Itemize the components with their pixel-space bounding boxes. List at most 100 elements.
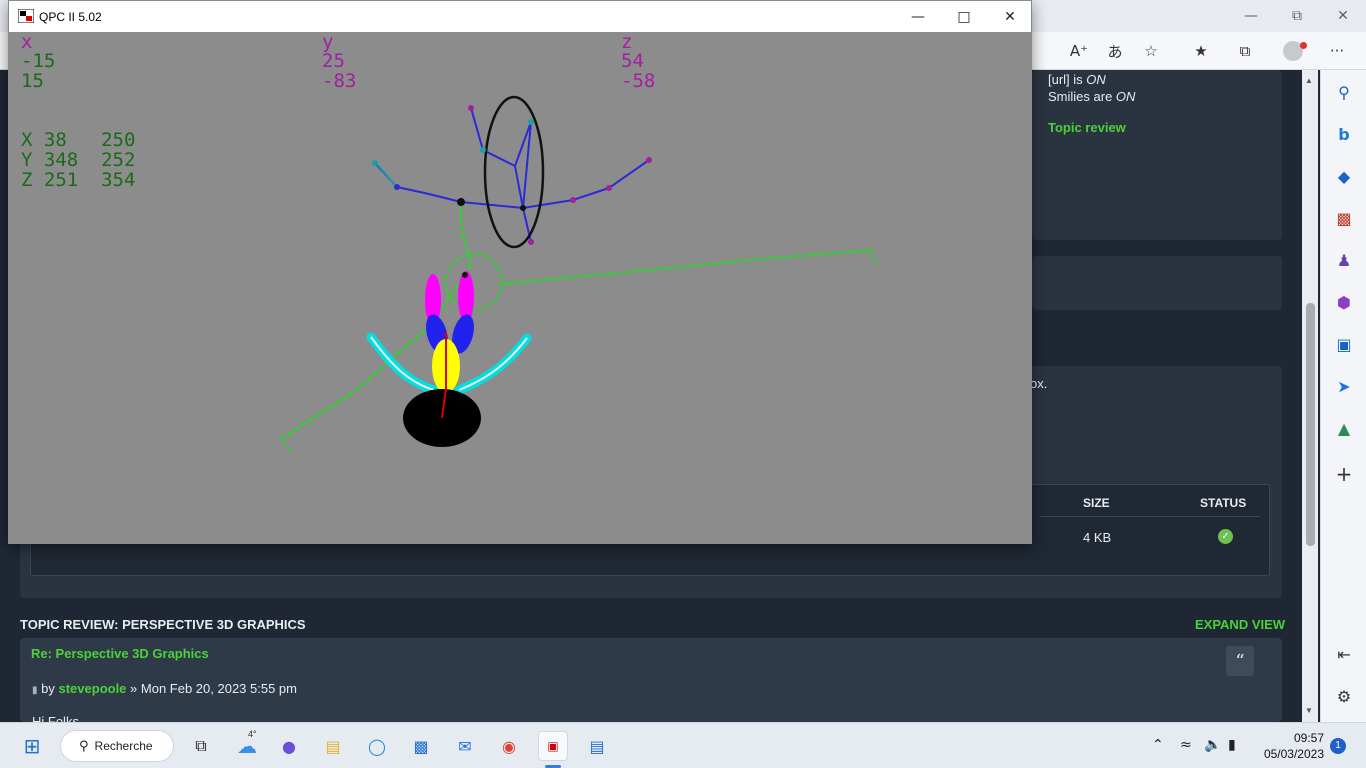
blue-arm-left bbox=[374, 162, 462, 203]
bing-icon[interactable]: b bbox=[1330, 120, 1358, 148]
outlook-icon[interactable]: ▣ bbox=[1330, 330, 1358, 358]
task-view-icon[interactable]: ⧉ bbox=[186, 731, 216, 761]
add-favorite-icon[interactable]: ☆ bbox=[1138, 38, 1164, 64]
post-byline: ▮ by stevepoole » Mon Feb 20, 2023 5:55 … bbox=[32, 681, 297, 696]
joint-node bbox=[570, 197, 576, 203]
weather-temp: 4° bbox=[248, 729, 257, 739]
taskbar-search[interactable]: ⚲ Recherche bbox=[60, 730, 174, 762]
tools-icon[interactable]: ▩ bbox=[1330, 204, 1358, 232]
scroll-up-icon[interactable]: ▲ bbox=[1305, 76, 1313, 85]
more-icon[interactable]: ··· bbox=[1324, 38, 1350, 64]
post-text: Hi Folks bbox=[32, 714, 79, 722]
joint-node bbox=[606, 185, 612, 191]
smilies-label: Smilies are bbox=[1048, 89, 1113, 104]
windows-start-icon[interactable]: ⊞ bbox=[17, 731, 47, 761]
y-value-2: -83 bbox=[322, 70, 357, 92]
attachment-size: 4 KB bbox=[1083, 530, 1112, 545]
z-header: z bbox=[621, 31, 633, 53]
browser-sidebar: ⚲ b ◆ ▩ ♟ ⬢ ▣ ➤ ▲ + ⇤ ⚙ bbox=[1320, 70, 1366, 722]
weather-icon[interactable]: ☁ bbox=[232, 731, 262, 761]
browser-restore-button[interactable]: ⧉ bbox=[1274, 0, 1320, 32]
qpc-graphics-canvas[interactable]: x -15 15 y 25 -83 z 54 -58 X 38 250 Y 34… bbox=[9, 32, 1031, 543]
translate-icon[interactable]: あ bbox=[1102, 38, 1128, 64]
collections-icon[interactable]: ⧉ bbox=[1232, 38, 1258, 64]
options-panel-2 bbox=[1032, 256, 1282, 310]
coord-row-x: X 38 250 bbox=[21, 129, 136, 151]
col-size-header: SIZE bbox=[1083, 496, 1110, 510]
teal-arm-tip bbox=[376, 163, 398, 188]
clock-date[interactable]: 05/03/2023 bbox=[1256, 747, 1324, 761]
scroll-down-icon[interactable]: ▼ bbox=[1305, 706, 1313, 715]
favorites-icon[interactable]: ★ bbox=[1188, 38, 1214, 64]
read-aloud-icon[interactable]: A⁺ bbox=[1066, 38, 1092, 64]
file-explorer-icon[interactable]: ▤ bbox=[318, 731, 348, 761]
teams-chat-icon[interactable]: ● bbox=[274, 731, 304, 761]
qpc-app-icon bbox=[18, 9, 34, 23]
browser-close-button[interactable]: ✕ bbox=[1320, 0, 1366, 32]
coord-row-z: Z 251 354 bbox=[21, 169, 136, 191]
joint-node bbox=[372, 160, 378, 166]
x-value-1: -15 bbox=[21, 50, 56, 72]
col-status-header: STATUS bbox=[1200, 496, 1247, 510]
qpc-titlebar[interactable]: QPC II 5.02 — □ ✕ bbox=[9, 1, 1031, 32]
browser-minimize-button[interactable]: — bbox=[1228, 0, 1274, 32]
expand-view-link[interactable]: EXPAND VIEW bbox=[1195, 617, 1285, 632]
profile-status-dot bbox=[1300, 42, 1307, 49]
joint-node bbox=[457, 198, 465, 206]
post-date: » Mon Feb 20, 2023 5:55 pm bbox=[130, 681, 297, 696]
blue-spine bbox=[470, 107, 524, 209]
z-value-2: -58 bbox=[621, 70, 656, 92]
wifi-icon[interactable]: ≈ bbox=[1180, 737, 1192, 753]
chrome-icon[interactable]: ◉ bbox=[494, 731, 524, 761]
clock-time[interactable]: 09:57 bbox=[1262, 731, 1324, 745]
mail-icon[interactable]: ✉ bbox=[450, 731, 480, 761]
blue-arm-right bbox=[460, 159, 650, 210]
sidebar-toggle-icon[interactable]: ⇤ bbox=[1330, 640, 1358, 668]
bbcode-status: [url] is ON Smilies are ON bbox=[1048, 71, 1135, 105]
topic-review-link[interactable]: Topic review bbox=[1048, 120, 1126, 135]
post-title-link[interactable]: Re: Perspective 3D Graphics bbox=[31, 646, 209, 661]
attachments-table-header: SIZE STATUS bbox=[1040, 486, 1268, 516]
edge-icon[interactable]: ◯ bbox=[362, 731, 392, 761]
bbcode-url-label: [url] is bbox=[1048, 72, 1083, 87]
games-icon[interactable]: ♟ bbox=[1330, 246, 1358, 274]
post-panel bbox=[20, 638, 1282, 722]
x-value-2: 15 bbox=[21, 70, 44, 92]
smilies-state: ON bbox=[1115, 89, 1136, 104]
shopping-icon[interactable]: ◆ bbox=[1330, 162, 1358, 190]
dark-ellipse-ring bbox=[483, 95, 545, 249]
settings-icon[interactable]: ⚙ bbox=[1330, 682, 1358, 710]
tray-overflow-icon[interactable]: ⌃ bbox=[1152, 737, 1164, 753]
scroll-thumb[interactable] bbox=[1306, 303, 1315, 546]
add-icon[interactable]: + bbox=[1330, 460, 1358, 488]
post-author-link[interactable]: stevepoole bbox=[59, 681, 127, 696]
check-circle-icon: ✓ bbox=[1218, 529, 1233, 544]
bbcode-url-state: ON bbox=[1086, 72, 1106, 87]
page-scrollbar[interactable]: ▲ ▼ bbox=[1302, 70, 1318, 722]
y-header: y bbox=[322, 31, 334, 53]
store-icon[interactable]: ▩ bbox=[406, 731, 436, 761]
green-axis-line-2 bbox=[498, 248, 875, 286]
notification-badge[interactable]: 1 bbox=[1330, 738, 1346, 754]
joint-node bbox=[480, 147, 486, 153]
send-icon[interactable]: ➤ bbox=[1330, 372, 1358, 400]
notepad-icon[interactable]: ▤ bbox=[582, 731, 612, 761]
search-icon: ⚲ bbox=[79, 738, 89, 754]
volume-icon[interactable]: 🔈 bbox=[1204, 737, 1221, 753]
joint-node bbox=[394, 184, 400, 190]
qpc-taskbar-icon[interactable]: ▣ bbox=[538, 731, 568, 761]
taskbar: ⊞ ⚲ Recherche ⧉ ☁ 4° ● ▤ ◯ ▩ ✉ ◉ ▣ ▤ ⌃ ≈… bbox=[0, 722, 1366, 768]
tree-icon[interactable]: ▲ bbox=[1330, 414, 1358, 442]
attachment-help-text: ox. bbox=[1030, 376, 1048, 391]
search-icon[interactable]: ⚲ bbox=[1330, 78, 1358, 106]
office-icon[interactable]: ⬢ bbox=[1330, 288, 1358, 316]
topic-review-title: TOPIC REVIEW: PERSPECTIVE 3D GRAPHICS bbox=[20, 617, 306, 632]
joint-node bbox=[520, 205, 526, 211]
qpc-minimize-button[interactable]: — bbox=[895, 1, 941, 32]
battery-icon[interactable]: ▮ bbox=[1228, 737, 1236, 753]
quote-button[interactable]: “ bbox=[1226, 646, 1254, 676]
cyan-arm-left bbox=[366, 332, 439, 395]
joint-node bbox=[528, 239, 534, 245]
qpc-close-button[interactable]: ✕ bbox=[987, 1, 1033, 32]
qpc-maximize-button[interactable]: □ bbox=[941, 1, 987, 32]
